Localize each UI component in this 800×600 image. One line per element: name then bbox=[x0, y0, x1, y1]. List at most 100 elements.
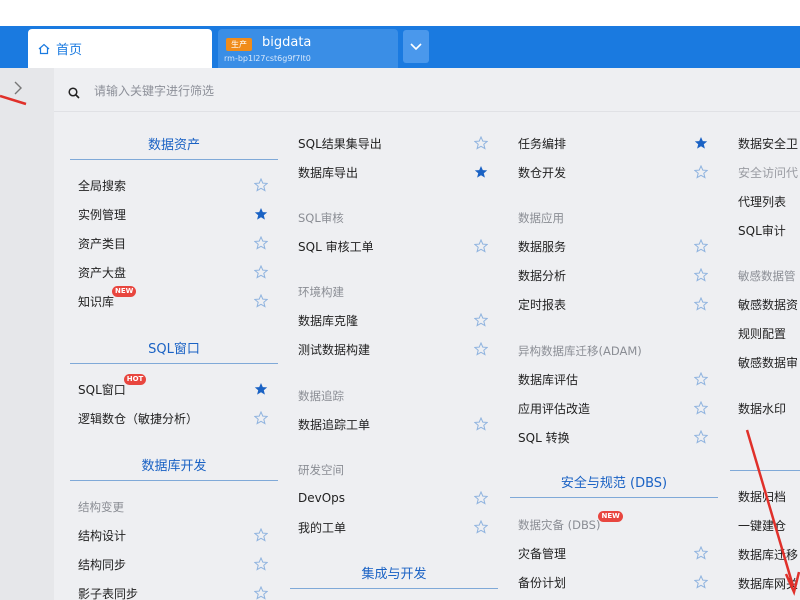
menu-item-label: 数据水印 bbox=[738, 401, 787, 416]
search-icon bbox=[68, 87, 80, 99]
menu-item-label: 测试数据构建 bbox=[298, 342, 371, 357]
group-title: 研发空间 bbox=[298, 463, 344, 477]
search-input[interactable] bbox=[94, 80, 694, 102]
section-header: 安全与规范 (DBS) bbox=[510, 474, 718, 498]
menu-item-label: 应用评估改造 bbox=[518, 401, 591, 416]
star-outline-icon[interactable] bbox=[694, 575, 708, 589]
star-outline-icon[interactable] bbox=[474, 520, 488, 534]
group-title: 结构变更 bbox=[78, 500, 124, 514]
star-filled-icon[interactable] bbox=[474, 165, 488, 179]
menu-item-label: SQL 转换 bbox=[518, 430, 570, 445]
menu-item[interactable]: 一键建仓 bbox=[738, 515, 786, 535]
menu-item[interactable]: 数据服务 bbox=[518, 236, 566, 256]
star-outline-icon[interactable] bbox=[254, 586, 268, 600]
env-badge: 生产 bbox=[226, 38, 252, 51]
menu-item[interactable]: 全局搜索 bbox=[78, 175, 126, 195]
tab-database-name: bigdata bbox=[262, 35, 312, 50]
section-divider bbox=[730, 470, 800, 471]
star-outline-icon[interactable] bbox=[694, 372, 708, 386]
menu-item[interactable]: 数据库迁移 bbox=[738, 544, 798, 564]
star-outline-icon[interactable] bbox=[474, 136, 488, 150]
menu-item[interactable]: SQL 转换 bbox=[518, 427, 570, 447]
star-outline-icon[interactable] bbox=[254, 528, 268, 542]
menu-item[interactable]: 数据库评估 bbox=[518, 369, 578, 389]
star-outline-icon[interactable] bbox=[254, 411, 268, 425]
star-outline-icon[interactable] bbox=[254, 265, 268, 279]
menu-item-label: 数据库评估 bbox=[518, 372, 579, 387]
menu-item[interactable]: 数据追踪工单 bbox=[298, 414, 370, 434]
menu-item[interactable]: 代理列表 bbox=[738, 191, 786, 211]
menu-item[interactable]: SQL窗口 HOT bbox=[78, 373, 147, 399]
menu-item[interactable]: 结构同步 bbox=[78, 554, 126, 574]
menu-item-label: 数据库迁移 bbox=[738, 547, 799, 562]
menu-item[interactable]: 实例管理 bbox=[78, 204, 126, 224]
section-header: 数据库开发 bbox=[70, 457, 278, 481]
menu-item[interactable]: DevOps bbox=[298, 488, 345, 508]
star-outline-icon[interactable] bbox=[694, 430, 708, 444]
menu-item[interactable]: 任务编排 bbox=[518, 133, 566, 153]
menu-item[interactable]: 数据库克隆 bbox=[298, 310, 358, 330]
star-outline-icon[interactable] bbox=[694, 297, 708, 311]
menu-item[interactable]: 数据水印 bbox=[738, 398, 786, 418]
menu-item[interactable]: 我的工单 bbox=[298, 517, 346, 537]
menu-item[interactable]: 数据库网关 bbox=[738, 573, 798, 593]
menu-item[interactable]: SQL结果集导出 bbox=[298, 133, 382, 153]
menu-item[interactable]: 测试数据构建 bbox=[298, 339, 370, 359]
star-outline-icon[interactable] bbox=[254, 178, 268, 192]
star-outline-icon[interactable] bbox=[474, 313, 488, 327]
star-outline-icon[interactable] bbox=[474, 417, 488, 431]
section-header: 数据资产 bbox=[70, 136, 278, 160]
star-outline-icon[interactable] bbox=[474, 239, 488, 253]
star-filled-icon[interactable] bbox=[254, 207, 268, 221]
menu-item[interactable]: 规则配置 bbox=[738, 323, 786, 343]
search-bar bbox=[54, 68, 800, 112]
menu-item-label: 数据库克隆 bbox=[298, 313, 359, 328]
menu-item[interactable]: 资产类目 bbox=[78, 233, 126, 253]
menu-item[interactable]: 知识库 NEW bbox=[78, 285, 137, 311]
menu-item[interactable]: 数据库导出 bbox=[298, 162, 358, 182]
menu-item[interactable]: 敏感数据审 bbox=[738, 352, 798, 372]
chevron-right-icon[interactable] bbox=[13, 80, 23, 96]
star-outline-icon[interactable] bbox=[694, 546, 708, 560]
menu-item[interactable]: 备份计划 bbox=[518, 572, 566, 592]
star-filled-icon[interactable] bbox=[694, 136, 708, 150]
group-title: SQL审核 bbox=[298, 211, 344, 225]
menu-item[interactable]: 数仓开发 bbox=[518, 162, 566, 182]
star-outline-icon[interactable] bbox=[254, 294, 268, 308]
menu-item[interactable]: 灾备管理 bbox=[518, 543, 566, 563]
menu-item[interactable]: 影子表同步 bbox=[78, 583, 138, 600]
tab-database-id: rm-bp1l27cst6g9f7lt0 bbox=[224, 54, 311, 63]
star-filled-icon[interactable] bbox=[254, 382, 268, 396]
menu-item-label: 数据服务 bbox=[518, 239, 567, 254]
menu-item[interactable]: SQL审计 bbox=[738, 220, 786, 240]
menu-item-label: 数仓开发 bbox=[518, 165, 567, 180]
menu-item-label: 数据追踪工单 bbox=[298, 417, 371, 432]
menu-item-label: 定时报表 bbox=[518, 297, 567, 312]
star-outline-icon[interactable] bbox=[474, 491, 488, 505]
tab-dropdown-button[interactable] bbox=[403, 30, 429, 63]
tab-home[interactable]: 首页 bbox=[28, 29, 212, 68]
tab-database[interactable]: 生产 bigdata rm-bp1l27cst6g9f7lt0 bbox=[218, 29, 398, 68]
menu-item[interactable]: 资产大盘 bbox=[78, 262, 126, 282]
menu-item-label: DevOps bbox=[298, 491, 346, 505]
menu-item[interactable]: 敏感数据资 bbox=[738, 294, 798, 314]
home-icon bbox=[38, 43, 50, 54]
group-title: 异构数据库迁移(ADAM) bbox=[518, 344, 642, 358]
star-outline-icon[interactable] bbox=[474, 342, 488, 356]
menu-item[interactable]: 结构设计 bbox=[78, 525, 126, 545]
menu-item-label: 代理列表 bbox=[738, 194, 787, 209]
menu-item[interactable]: SQL 审核工单 bbox=[298, 236, 374, 256]
menu-item[interactable]: 数据分析 bbox=[518, 265, 566, 285]
menu-item[interactable]: 应用评估改造 bbox=[518, 398, 590, 418]
menu-item[interactable]: 逻辑数仓（敏捷分析） bbox=[78, 408, 198, 428]
star-outline-icon[interactable] bbox=[694, 268, 708, 282]
star-outline-icon[interactable] bbox=[694, 401, 708, 415]
star-outline-icon[interactable] bbox=[254, 557, 268, 571]
star-outline-icon[interactable] bbox=[254, 236, 268, 250]
menu-item-label: 安全访问代 bbox=[738, 165, 799, 180]
menu-item[interactable]: 定时报表 bbox=[518, 294, 566, 314]
menu-item[interactable]: 数据安全卫 bbox=[738, 133, 798, 153]
star-outline-icon[interactable] bbox=[694, 239, 708, 253]
star-outline-icon[interactable] bbox=[694, 165, 708, 179]
menu-item[interactable]: 数据归档 bbox=[738, 486, 786, 506]
